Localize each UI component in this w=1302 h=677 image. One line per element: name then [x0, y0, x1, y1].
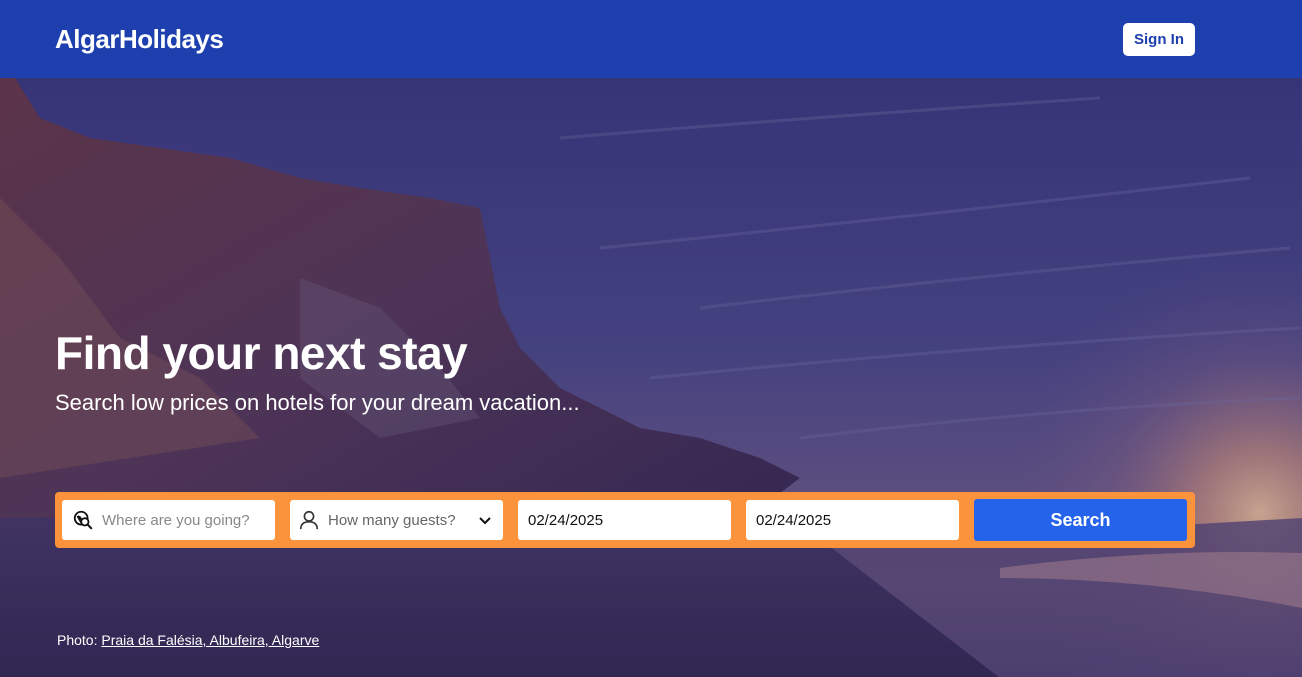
check-in-date-input[interactable]: [528, 511, 721, 529]
search-button[interactable]: Search: [974, 499, 1187, 541]
check-out-field[interactable]: [746, 500, 959, 540]
photo-credit: Photo: Praia da Falésia, Albufeira, Alga…: [57, 632, 319, 648]
chevron-down-icon: [479, 517, 491, 525]
sign-in-button[interactable]: Sign In: [1123, 22, 1195, 56]
site-logo[interactable]: AlgarHolidays: [55, 24, 224, 55]
hero-subtitle: Search low prices on hotels for your dre…: [55, 390, 580, 415]
destination-input[interactable]: [102, 511, 265, 529]
hero-section: Find your next stay Search low prices on…: [0, 78, 1302, 677]
person-icon: [299, 510, 319, 530]
top-navbar: AlgarHolidays Sign In: [0, 0, 1302, 78]
guests-select[interactable]: How many guests?: [290, 500, 503, 540]
hero-title: Find your next stay: [55, 327, 468, 379]
globe-search-icon: [73, 510, 93, 530]
check-out-date-input[interactable]: [756, 511, 949, 529]
photo-credit-link[interactable]: Praia da Falésia, Albufeira, Algarve: [101, 632, 319, 648]
photo-credit-prefix: Photo:: [57, 632, 98, 648]
guests-label: How many guests?: [328, 511, 456, 529]
check-in-field[interactable]: [518, 500, 731, 540]
destination-field[interactable]: [62, 500, 275, 540]
search-bar: How many guests? Search: [55, 492, 1195, 548]
